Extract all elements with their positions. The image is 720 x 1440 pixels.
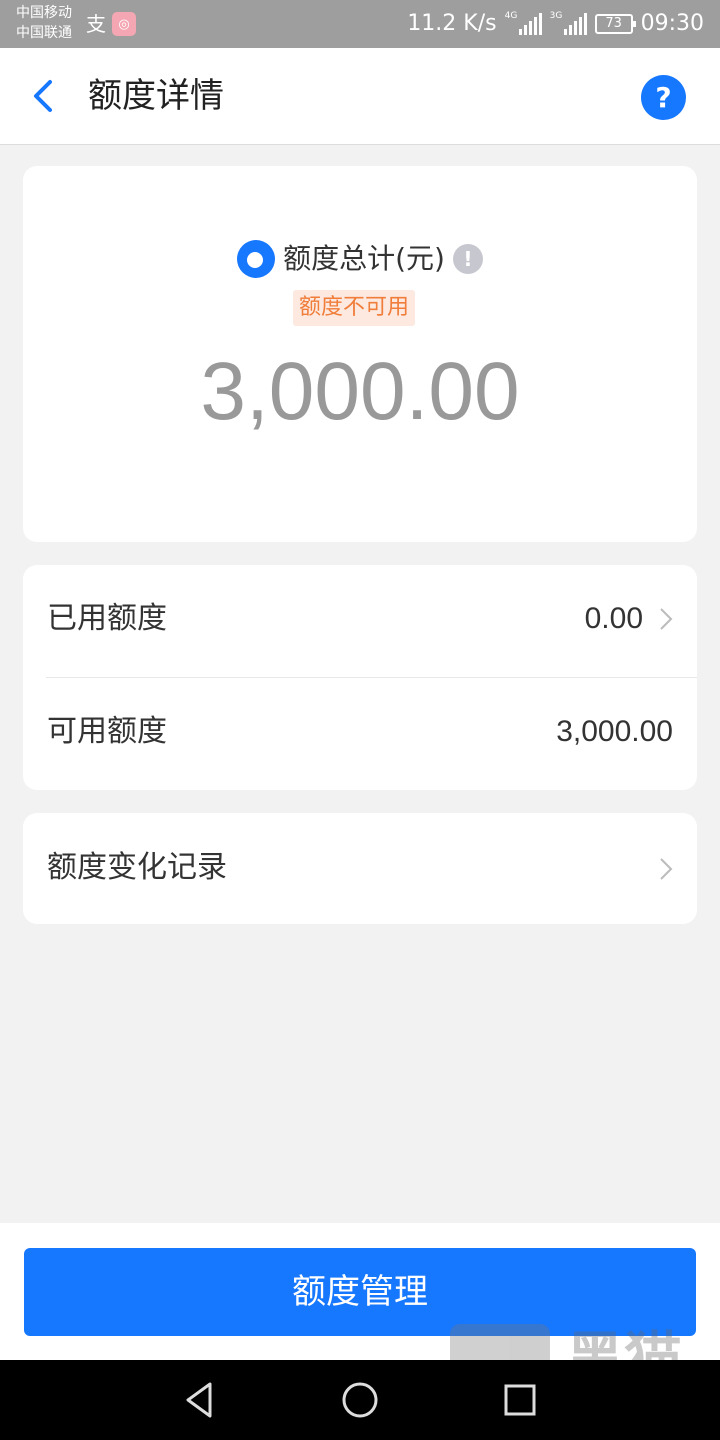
back-button[interactable] bbox=[24, 72, 68, 120]
recents-square-icon[interactable] bbox=[498, 1378, 542, 1422]
total-quota-header: 额度总计(元) ! bbox=[23, 240, 697, 278]
system-nav-bar bbox=[0, 1360, 720, 1440]
total-quota-amount: 3,000.00 bbox=[200, 346, 520, 437]
used-quota-value: 0.00 bbox=[584, 602, 643, 635]
home-circle-icon[interactable] bbox=[338, 1378, 382, 1422]
total-quota-label: 额度总计(元) bbox=[283, 242, 445, 275]
signal-3g-icon: 3G bbox=[550, 11, 587, 35]
carrier-2: 中国联通 bbox=[16, 25, 72, 41]
nav-bar: 额度详情 ? bbox=[0, 48, 720, 145]
used-quota-row[interactable]: 已用额度 0.00 bbox=[23, 565, 697, 677]
battery-icon: 73 bbox=[594, 14, 636, 34]
alipay-notification-icon: 支 bbox=[86, 12, 106, 36]
quota-record-label: 额度变化记录 bbox=[47, 850, 227, 885]
total-quota-card: 额度总计(元) ! 额度不可用 3,000.00 bbox=[23, 166, 697, 542]
net-speed: 11.2 K/s bbox=[407, 11, 497, 36]
app-notification-icon: ◎ bbox=[112, 12, 136, 36]
back-triangle-icon[interactable] bbox=[178, 1378, 222, 1422]
chevron-right-icon bbox=[660, 858, 673, 880]
available-quota-value: 3,000.00 bbox=[556, 715, 673, 748]
clock: 09:30 bbox=[640, 11, 704, 36]
status-bar: 中国移动 中国联通 支 ◎ 11.2 K/s 4G 3G 73 09:30 bbox=[0, 0, 720, 48]
signal-4g-icon: 4G bbox=[505, 11, 542, 35]
available-quota-row: 可用额度 3,000.00 bbox=[23, 678, 697, 790]
carrier-1: 中国移动 bbox=[16, 5, 72, 21]
chevron-left-icon bbox=[34, 80, 52, 112]
credit-logo-icon bbox=[237, 240, 276, 278]
page-title: 额度详情 bbox=[88, 76, 224, 116]
help-button[interactable]: ? bbox=[641, 75, 686, 120]
quota-breakdown-card: 已用额度 0.00 可用额度 3,000.00 bbox=[23, 565, 697, 790]
quota-record-row[interactable]: 额度变化记录 bbox=[23, 813, 697, 924]
notification-icons: 支 ◎ bbox=[86, 12, 136, 36]
available-quota-label: 可用额度 bbox=[47, 714, 167, 749]
bottom-action-bar: 额度管理 bbox=[0, 1223, 720, 1360]
chevron-right-icon bbox=[660, 608, 673, 630]
info-icon[interactable]: ! bbox=[452, 244, 483, 274]
used-quota-label: 已用额度 bbox=[47, 601, 167, 636]
status-badge: 额度不可用 bbox=[293, 290, 416, 326]
quota-manage-button[interactable]: 额度管理 bbox=[24, 1248, 696, 1336]
status-right: 11.2 K/s 4G 3G 73 09:30 bbox=[407, 10, 704, 38]
carrier-info: 中国移动 中国联通 bbox=[16, 3, 72, 43]
